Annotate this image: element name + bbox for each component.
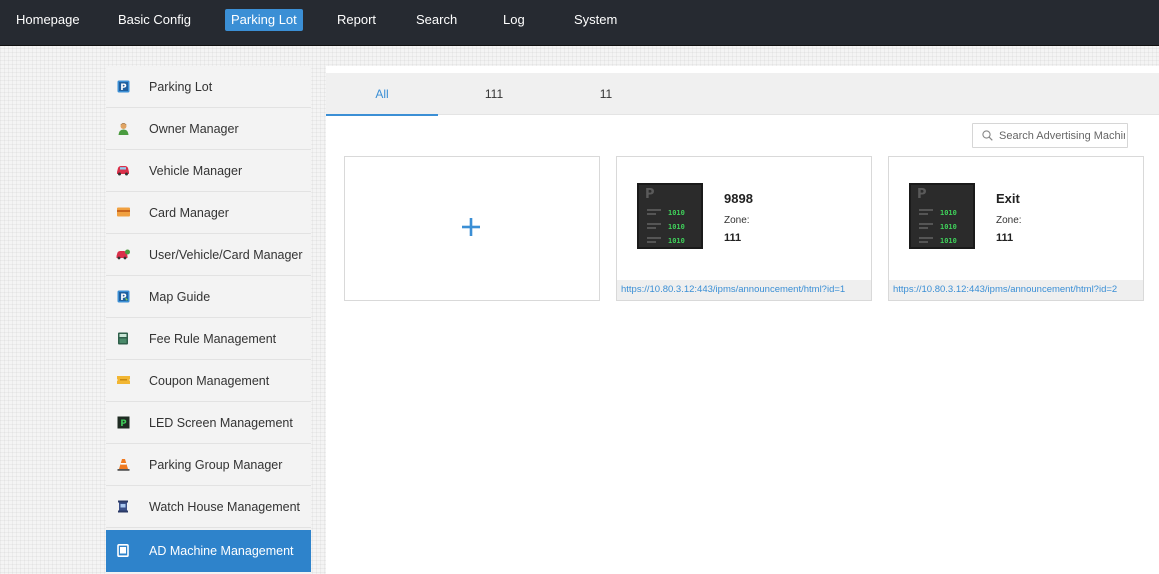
sidebar-item-owner-manager[interactable]: Owner Manager (106, 108, 311, 150)
sidebar-item-label: LED Screen Management (149, 416, 293, 430)
sidebar-item-vehicle-manager[interactable]: Vehicle Manager (106, 150, 311, 192)
device-name: 9898 (724, 191, 753, 206)
nav-report[interactable]: Report (331, 9, 382, 31)
ad-machine-device-icon: P 1010 1010 1010 (909, 183, 975, 249)
zone-tabs: All 111 11 (326, 73, 1159, 116)
sidebar-item-fee-rule-management[interactable]: Fee Rule Management (106, 318, 311, 360)
led-screen-icon: P (116, 415, 130, 429)
nav-log[interactable]: Log (497, 9, 531, 31)
sidebar-item-led-screen-management[interactable]: P LED Screen Management (106, 402, 311, 444)
parking-p-icon: P (116, 79, 130, 93)
sidebar-item-label: Card Manager (149, 206, 229, 220)
sidebar-item-card-manager[interactable]: Card Manager (106, 192, 311, 234)
sidebar-item-user-vehicle-card-manager[interactable]: User/Vehicle/Card Manager (106, 234, 311, 276)
sidebar-item-label: Watch House Management (149, 500, 301, 514)
zone-label: Zone: (996, 215, 1022, 226)
device-url-link[interactable]: https://10.80.3.12:443/ipms/announcement… (889, 280, 1143, 300)
device-name: Exit (996, 191, 1020, 206)
tab-label: All (375, 87, 389, 101)
sidebar: P Parking Lot Owner Manager Vehicle Mana… (106, 66, 311, 574)
svg-text:1010: 1010 (940, 209, 957, 217)
sidebar-item-label: AD Machine Management (149, 544, 294, 558)
tab-label: 111 (484, 87, 504, 101)
sidebar-item-parking-group-manager[interactable]: Parking Group Manager (106, 444, 311, 486)
watch-house-icon (116, 499, 130, 513)
tab-all[interactable]: All (326, 73, 438, 116)
coupon-icon (116, 373, 130, 387)
ad-machine-card[interactable]: P 1010 1010 1010 9898 Zone: 111 https://… (616, 156, 872, 301)
traffic-cone-icon (116, 457, 130, 471)
nav-system[interactable]: System (568, 9, 623, 31)
sidebar-item-label: Vehicle Manager (149, 164, 243, 178)
zone-label: Zone: (724, 215, 750, 226)
active-tab-indicator (326, 114, 438, 116)
sidebar-item-ad-machine-management[interactable]: AD Machine Management (106, 530, 311, 572)
tab-111[interactable]: 111 (438, 73, 550, 115)
nav-homepage[interactable]: Homepage (10, 9, 86, 31)
ad-machine-card[interactable]: P 1010 1010 1010 Exit Zone: 111 https://… (888, 156, 1144, 301)
nav-basic-config[interactable]: Basic Config (112, 9, 197, 31)
fee-rule-icon (116, 331, 130, 345)
svg-text:P: P (917, 187, 927, 202)
sidebar-item-label: Fee Rule Management (149, 332, 277, 346)
ad-machine-icon (116, 543, 130, 557)
svg-text:P: P (120, 83, 126, 93)
search-icon (982, 130, 993, 141)
top-navigation-bar: Homepage Basic Config Parking Lot Report… (0, 0, 1159, 46)
add-ad-machine-card[interactable] (344, 156, 600, 301)
svg-text:1010: 1010 (668, 223, 685, 231)
svg-text:1010: 1010 (668, 209, 685, 217)
svg-text:1010: 1010 (940, 237, 957, 245)
nav-search[interactable]: Search (410, 9, 463, 31)
sidebar-item-label: Parking Lot (149, 80, 213, 94)
zone-value: 111 (996, 232, 1014, 244)
user-vehicle-card-icon (116, 247, 130, 261)
sidebar-item-label: Parking Group Manager (149, 458, 283, 472)
sidebar-item-label: Map Guide (149, 290, 211, 304)
sidebar-item-label: Owner Manager (149, 122, 239, 136)
sidebar-item-label: Coupon Management (149, 374, 270, 388)
sidebar-item-map-guide[interactable]: P Map Guide (106, 276, 311, 318)
map-guide-icon: P (116, 289, 130, 303)
svg-text:1010: 1010 (668, 237, 685, 245)
tab-label: 11 (599, 87, 613, 101)
sidebar-item-label: User/Vehicle/Card Manager (149, 248, 303, 262)
plus-icon (462, 218, 480, 236)
car-icon (116, 163, 130, 177)
nav-parking-lot[interactable]: Parking Lot (225, 9, 303, 31)
tab-11[interactable]: 11 (550, 73, 662, 115)
svg-text:1010: 1010 (940, 223, 957, 231)
sidebar-item-parking-lot[interactable]: P Parking Lot (106, 66, 311, 108)
sidebar-item-watch-house-management[interactable]: Watch House Management (106, 486, 311, 528)
main-panel: All 111 11 P 1010 (326, 66, 1159, 574)
search-input[interactable] (999, 124, 1125, 147)
sidebar-item-coupon-management[interactable]: Coupon Management (106, 360, 311, 402)
search-box (972, 123, 1128, 148)
card-icon (116, 205, 130, 219)
svg-text:P: P (120, 419, 126, 429)
person-icon (116, 121, 130, 135)
ad-machine-device-icon: P 1010 1010 1010 (637, 183, 703, 249)
device-url-link[interactable]: https://10.80.3.12:443/ipms/announcement… (617, 280, 871, 300)
zone-value: 111 (724, 232, 742, 244)
svg-text:P: P (645, 187, 655, 202)
